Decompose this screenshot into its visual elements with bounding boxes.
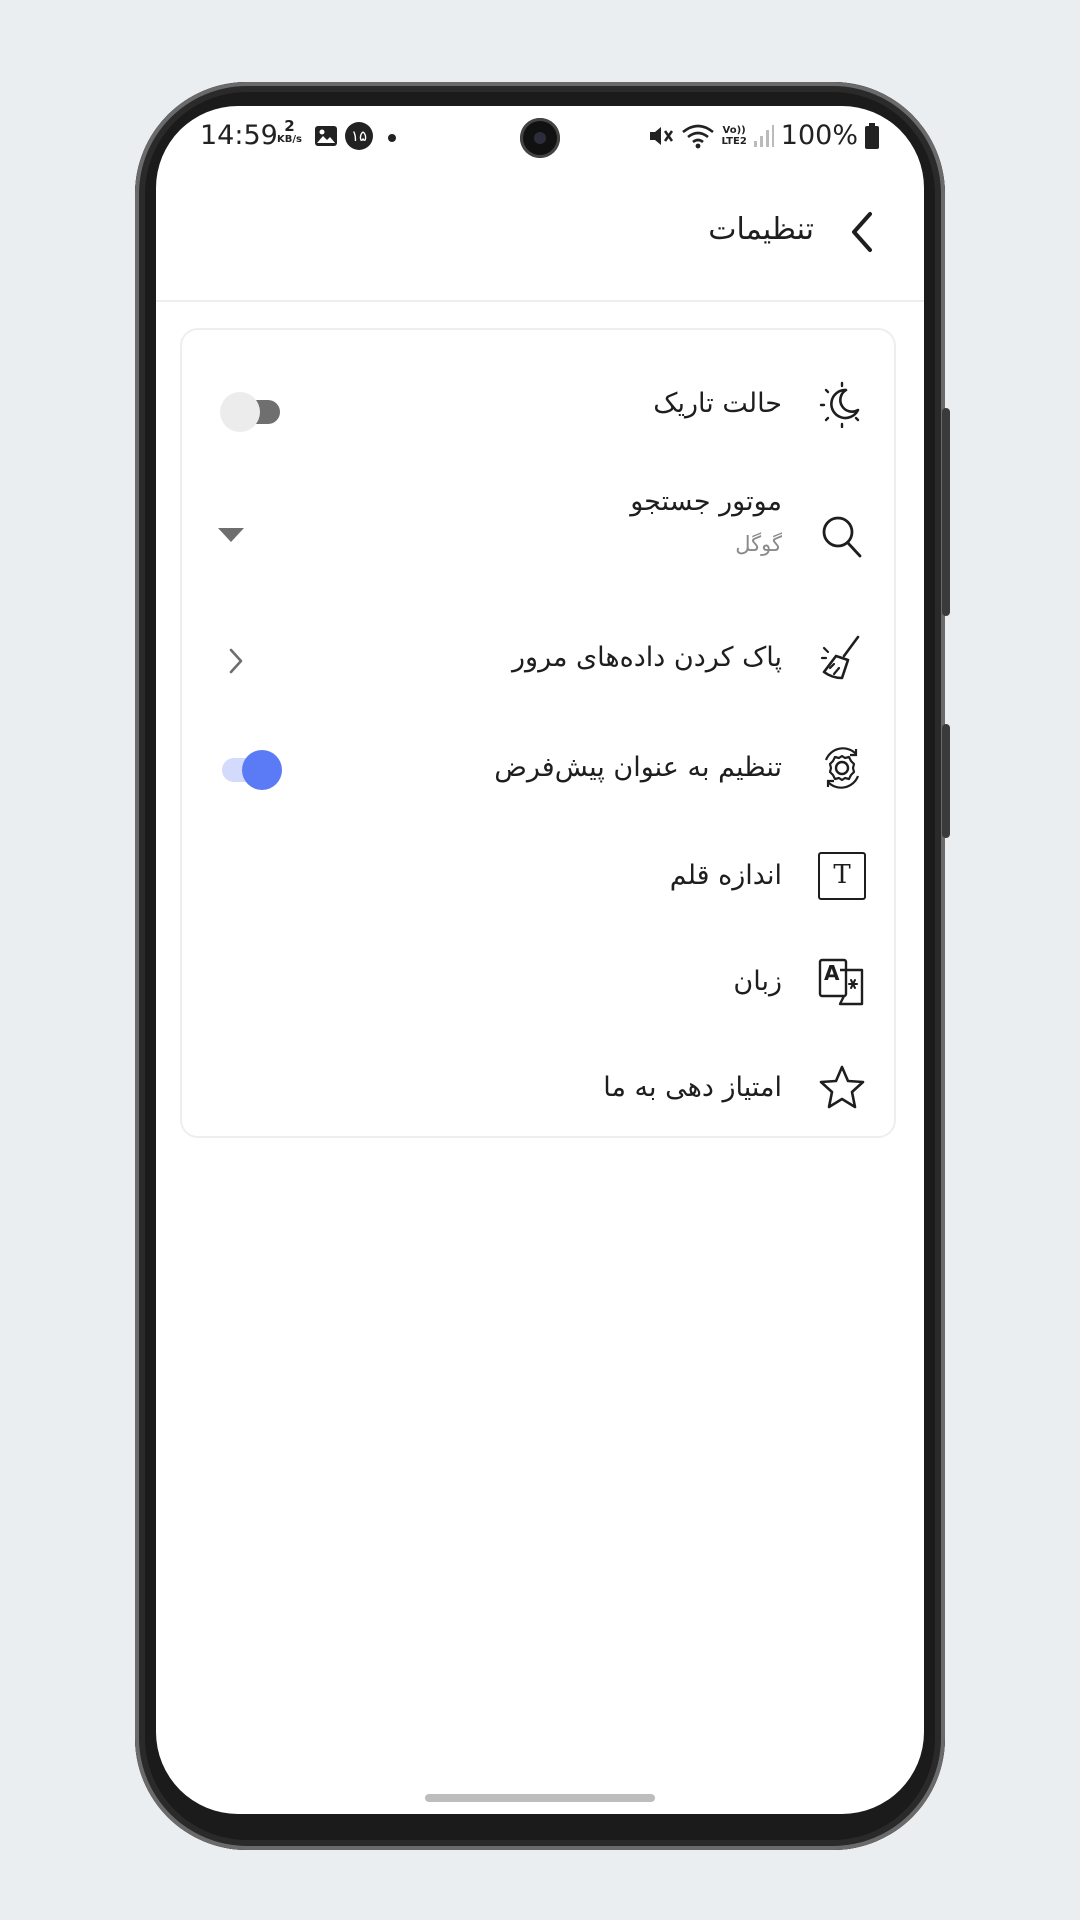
text-size-icon: T xyxy=(818,852,866,900)
volte-label: Vo)) xyxy=(722,124,746,136)
volte-indicator: Vo)) LTE2 xyxy=(721,125,746,147)
power-button xyxy=(942,724,950,838)
wifi-icon xyxy=(682,124,715,148)
home-indicator[interactable] xyxy=(425,1794,655,1802)
front-camera xyxy=(520,118,560,158)
toggle-knob xyxy=(242,750,282,790)
net-speed-unit: KB/s xyxy=(277,134,302,145)
back-icon[interactable] xyxy=(846,208,882,256)
broom-icon xyxy=(820,635,860,680)
settings-card: حالت تاریک موتور جستجو گوگل پاک کردن داد… xyxy=(180,328,896,1138)
app-bar: تنظیمات xyxy=(156,168,924,302)
more-notifications-dot xyxy=(388,134,396,142)
setting-search-engine[interactable]: موتور جستجو گوگل xyxy=(182,476,898,586)
net-speed: 2 KB/s xyxy=(277,119,302,146)
mute-icon xyxy=(650,126,674,145)
star-icon xyxy=(819,1065,865,1109)
set-default-label: تنظیم به عنوان پیش‌فرض xyxy=(494,752,782,783)
screen: 14:59 2 KB/s ۱۵ Vo)) LTE2 100% تنظیمات ح… xyxy=(156,106,924,1814)
clear-data-label: پاک کردن داده‌های مرور xyxy=(512,642,782,673)
setting-font-size[interactable]: T اندازه قلم xyxy=(182,838,898,918)
translate-icon: A xyxy=(818,958,866,1006)
setting-dark-mode[interactable]: حالت تاریک xyxy=(182,360,898,450)
gear-refresh-icon xyxy=(824,747,860,789)
search-engine-value: گوگل xyxy=(735,532,782,556)
set-default-toggle[interactable] xyxy=(220,750,284,790)
page-title: تنظیمات xyxy=(708,212,814,247)
lte-label: LTE2 xyxy=(721,135,747,147)
volume-button xyxy=(942,408,950,616)
font-size-label: اندازه قلم xyxy=(669,860,782,891)
status-right: Vo)) LTE2 100% xyxy=(647,120,880,151)
moon-sun-icon xyxy=(819,381,860,428)
status-time: 14:59 xyxy=(200,120,278,151)
setting-language[interactable]: A زبان xyxy=(182,944,898,1024)
search-engine-label: موتور جستجو xyxy=(630,486,782,517)
notification-badge: ۱۵ xyxy=(345,122,373,150)
toggle-knob xyxy=(220,392,260,432)
translate-icon-glyph: A xyxy=(824,961,840,985)
battery-percent: 100% xyxy=(780,120,858,151)
dark-mode-toggle[interactable] xyxy=(220,392,284,432)
search-icon xyxy=(822,516,862,558)
setting-rate-us[interactable]: امتیاز دهی به ما xyxy=(182,1050,898,1130)
rate-us-label: امتیاز دهی به ما xyxy=(603,1072,782,1103)
dark-mode-label: حالت تاریک xyxy=(653,388,782,419)
dropdown-caret-icon[interactable] xyxy=(218,528,244,542)
gallery-icon xyxy=(315,126,337,146)
chevron-right-icon[interactable] xyxy=(226,646,246,676)
language-label: زبان xyxy=(733,966,782,997)
signal-icon xyxy=(753,124,774,147)
status-bar: 14:59 2 KB/s ۱۵ Vo)) LTE2 100% xyxy=(156,106,924,168)
battery-icon xyxy=(865,122,879,149)
setting-set-default[interactable]: تنظیم به عنوان پیش‌فرض xyxy=(182,730,898,810)
setting-clear-data[interactable]: پاک کردن داده‌های مرور xyxy=(182,620,898,700)
